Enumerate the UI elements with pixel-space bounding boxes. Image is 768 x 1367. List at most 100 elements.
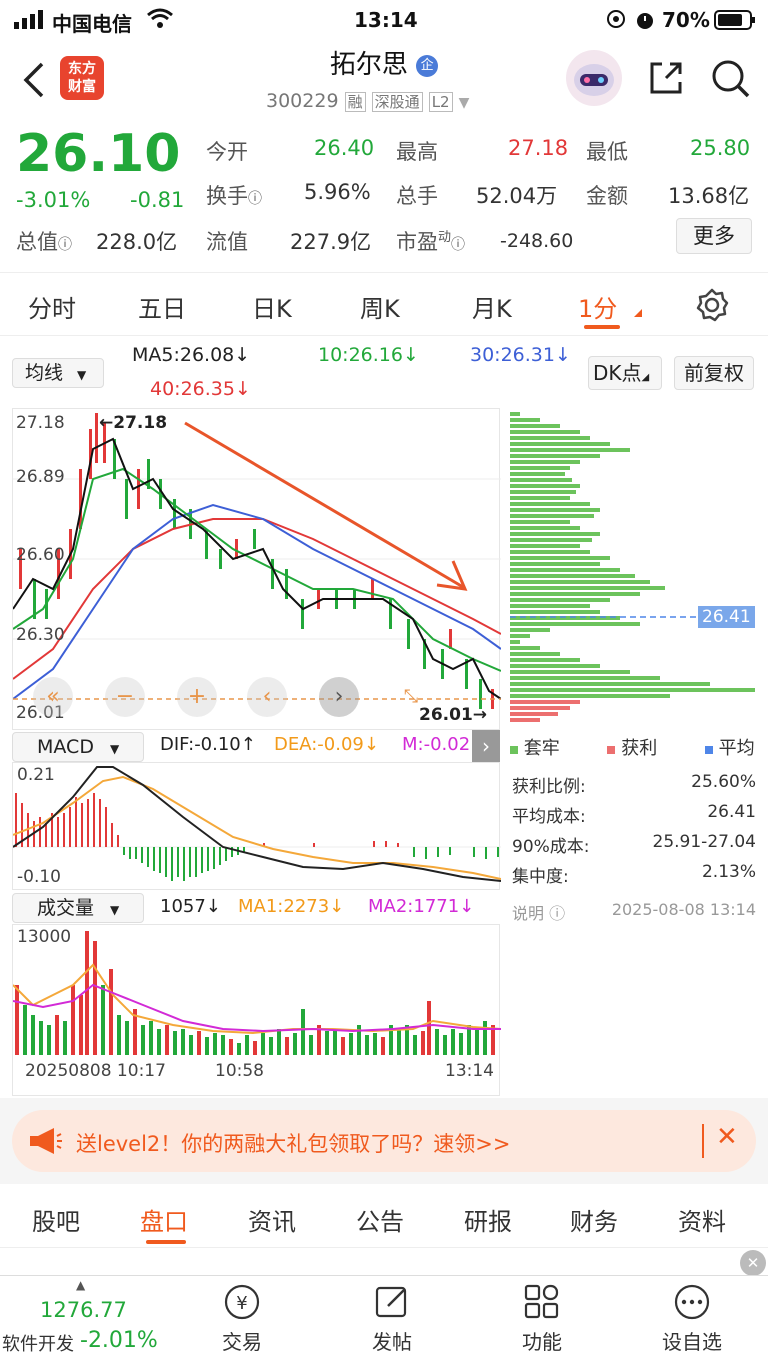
index-change[interactable]: -2.01% — [80, 1328, 158, 1353]
index-value[interactable]: 1276.77 — [40, 1298, 127, 1322]
dropdown-icon[interactable]: ▼ — [459, 95, 470, 111]
time-label-start: 20250808 10:17 — [25, 1061, 166, 1081]
tab-1min[interactable]: 1分 — [578, 289, 617, 324]
legend-profit: 获利 — [621, 738, 658, 759]
info-icon[interactable]: ⓘ — [544, 904, 565, 923]
high-label: 最高 — [396, 140, 438, 164]
macd-chart[interactable]: 0.21 -0.10 — [12, 762, 502, 890]
axis-label: 26.30 — [16, 625, 65, 645]
edit-icon — [375, 1286, 407, 1318]
svg-text:¥: ¥ — [236, 1293, 247, 1314]
tab-underline — [146, 1240, 186, 1244]
close-float-icon[interactable]: ✕ — [740, 1250, 766, 1276]
tab-research[interactable]: 研报 — [464, 1202, 512, 1237]
amount-value: 13.68亿 — [668, 184, 750, 208]
tab-financials[interactable]: 财务 — [570, 1202, 618, 1237]
ma30-line — [13, 503, 501, 700]
chip-stat-row: 获利比例: 25.60% — [512, 772, 756, 797]
high-marker: ←27.18 — [99, 413, 168, 433]
close-icon[interactable]: ✕ — [716, 1122, 738, 1152]
chip-note-row: 说明 ⓘ 2025-08-08 13:14 — [512, 900, 756, 924]
corner-arrow-icon: ◢ — [641, 372, 650, 383]
nav-features[interactable]: 功能 — [482, 1282, 602, 1355]
volume-chart[interactable]: 13000 20250808 10:17 10:58 13:14 — [12, 924, 502, 1096]
chip-legend: 套牢 获利 平均 — [510, 734, 756, 764]
tag-level2: L2 — [428, 92, 453, 112]
ma-select[interactable]: 均线 ▼ — [12, 358, 104, 388]
fullscreen-icon[interactable]: ⤡ — [391, 677, 431, 717]
tab-five-day[interactable]: 五日 — [138, 289, 186, 324]
axis-label: 26.60 — [16, 545, 65, 565]
info-icon[interactable]: ⓘ — [248, 191, 262, 207]
volume-ma1: MA1:2273↓ — [238, 896, 345, 917]
chevron-down-icon: ▼ — [77, 368, 87, 382]
avg-cost-tag: 26.41 — [698, 606, 755, 628]
signal-icon — [14, 9, 48, 34]
tab-intraday[interactable]: 分时 — [28, 289, 76, 324]
time-label-mid: 10:58 — [215, 1061, 264, 1081]
stock-name: 拓尔思 — [329, 50, 408, 80]
wifi-icon — [146, 8, 174, 35]
share-icon[interactable] — [646, 58, 686, 102]
expand-panel-icon[interactable]: › — [472, 730, 500, 762]
float-label: 流值 — [206, 230, 248, 254]
index-name[interactable]: 软件开发 — [2, 1330, 74, 1356]
dea-label: DEA:-0.09↓ — [274, 734, 379, 755]
dk-point-button[interactable]: DK点◢ — [588, 356, 662, 390]
note-label[interactable]: 说明 — [512, 904, 544, 923]
banner-divider — [702, 1124, 704, 1158]
assistant-avatar-icon[interactable] — [566, 50, 622, 106]
ma40-line — [13, 518, 501, 680]
macd-select[interactable]: MACD ▼ — [12, 732, 144, 762]
top-bar: 东方 财富 拓尔思 企 300229 融 深股通 L2 ▼ — [0, 40, 768, 120]
zoom-out-icon[interactable]: − — [105, 677, 145, 717]
chip-timestamp: 2025-08-08 13:14 — [611, 900, 756, 919]
adjust-button[interactable]: 前复权 — [674, 356, 754, 390]
open-value: 26.40 — [314, 136, 375, 160]
more-button[interactable]: 更多 — [676, 218, 752, 254]
chip-bars-profit — [510, 700, 580, 722]
volume-label: 总手 — [396, 184, 438, 208]
turnover-value: 5.96% — [304, 180, 371, 204]
rewind-icon[interactable]: « — [33, 677, 73, 717]
info-icon[interactable]: ⓘ — [58, 237, 72, 253]
banner-text[interactable]: 送level2！你的两融大礼包领取了吗？速领>> — [76, 1128, 511, 1158]
tab-profile[interactable]: 资料 — [678, 1202, 726, 1237]
info-icon[interactable]: ⓘ — [451, 237, 465, 253]
tab-weekly-k[interactable]: 周K — [360, 289, 400, 324]
chip-stats: 获利比例: 25.60% 平均成本: 26.41 90%成本: 25.91-27.04… — [512, 772, 756, 892]
kline-chart[interactable]: 27.18 26.89 26.60 26.30 26.01 ←27.18 26.… — [12, 408, 501, 730]
prev-icon[interactable]: ‹ — [247, 677, 287, 717]
clock-text: 13:14 — [354, 8, 418, 32]
tab-daily-k[interactable]: 日K — [252, 289, 292, 324]
nav-post[interactable]: 发帖 — [332, 1282, 452, 1355]
settings-gear-icon[interactable] — [694, 287, 730, 327]
nav-trade[interactable]: ¥ 交易 — [182, 1282, 302, 1355]
zoom-in-icon[interactable]: + — [177, 677, 217, 717]
expand-up-icon[interactable]: ▲ — [76, 1278, 85, 1292]
ma40-label: 40:26.35↓ — [150, 378, 251, 400]
enterprise-badge: 企 — [416, 54, 439, 77]
tab-forum[interactable]: 股吧 — [32, 1202, 80, 1237]
tab-underline — [584, 325, 620, 329]
trade-icon: ¥ — [224, 1284, 260, 1320]
tab-announcements[interactable]: 公告 — [356, 1202, 404, 1237]
search-icon[interactable] — [710, 58, 752, 104]
promo-banner[interactable]: 送level2！你的两融大礼包领取了吗？速领>> ✕ — [12, 1110, 756, 1172]
pe-value: -248.60 — [500, 230, 574, 252]
volume-select[interactable]: 成交量 ▼ — [12, 893, 144, 923]
next-icon[interactable]: › — [319, 677, 359, 717]
chip-distribution: 26.41 — [510, 408, 756, 726]
chip-stat-row: 90%成本: 25.91-27.04 — [512, 832, 756, 857]
tab-monthly-k[interactable]: 月K — [472, 289, 512, 324]
nav-features-label: 功能 — [522, 1330, 562, 1354]
turnover-label: 换手ⓘ — [206, 184, 262, 208]
m-label: M:-0.02 — [402, 734, 471, 755]
chip-stat-row: 平均成本: 26.41 — [512, 802, 756, 827]
macd-bars-positive — [15, 793, 399, 847]
megaphone-icon — [30, 1128, 62, 1158]
nav-watchlist[interactable]: 设自选 — [632, 1282, 752, 1355]
tab-news[interactable]: 资讯 — [248, 1202, 296, 1237]
tab-order-book[interactable]: 盘口 — [140, 1202, 188, 1237]
legend-swatch-profit — [607, 746, 616, 754]
